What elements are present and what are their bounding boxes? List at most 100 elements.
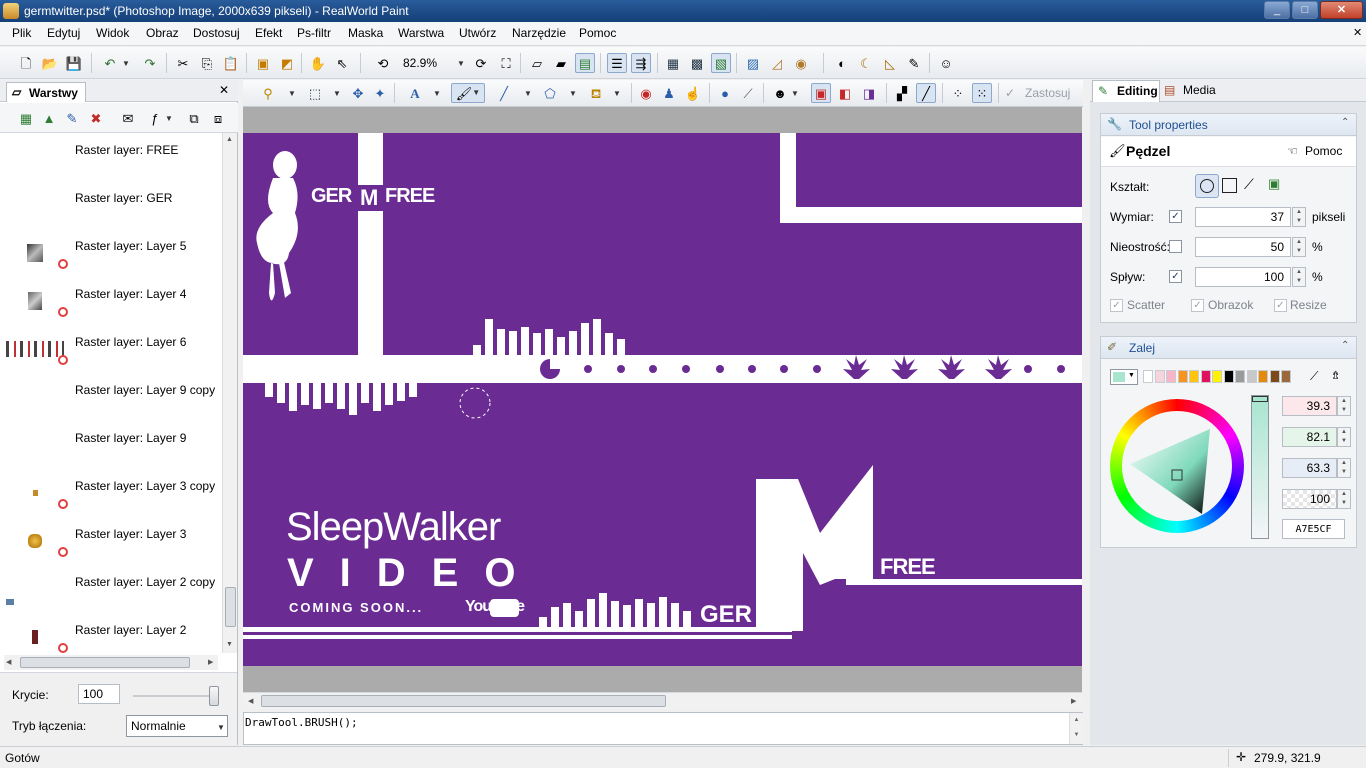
layers-hscroll-thumb[interactable]	[20, 657, 190, 668]
ruler-icon[interactable]: ◿	[767, 53, 787, 73]
shape-round-button[interactable]	[1195, 174, 1219, 198]
line-dropdown-icon[interactable]: ▼	[524, 89, 532, 98]
menu-adjust[interactable]: Dostosuj	[193, 26, 240, 40]
size-spinner[interactable]: ▲ ▼	[1292, 207, 1306, 227]
zoom-dropdown-icon[interactable]: ▼	[457, 59, 465, 68]
resize-checkbox[interactable]: ✓	[1274, 299, 1287, 312]
color-swatch[interactable]	[1189, 370, 1199, 383]
color-swatch[interactable]	[1200, 370, 1211, 383]
shape-custom-icon[interactable]: ⟋	[1244, 176, 1254, 193]
flow-checkbox[interactable]: ✓	[1169, 270, 1182, 283]
tool-properties-header[interactable]: 🔧 Tool properties ⌃	[1101, 114, 1356, 136]
move-layer-up-icon[interactable]: ▲	[39, 108, 59, 128]
fill-tool-icon[interactable]: ⛾	[586, 83, 606, 103]
redo-icon[interactable]: ↷	[140, 53, 160, 73]
magic-wand-icon[interactable]: ⚲	[258, 83, 278, 103]
shape-square-button[interactable]	[1222, 178, 1237, 193]
antialias-icon[interactable]: ╱	[916, 83, 936, 103]
console-scrollbar[interactable]: ▲ ▼	[1069, 713, 1083, 744]
layer-copy-icon[interactable]: ▣	[253, 53, 273, 73]
menu-view[interactable]: Widok	[96, 26, 129, 40]
image-icon[interactable]: ▨	[743, 53, 763, 73]
eyedropper-icon[interactable]: ⟋	[1310, 369, 1318, 384]
menu-file[interactable]: Plik	[12, 26, 31, 40]
script-icon[interactable]: ⇶	[631, 53, 651, 73]
layers-vscroll-thumb[interactable]	[225, 587, 236, 627]
grid-fine-icon[interactable]: ▩	[687, 53, 707, 73]
color-swatch[interactable]	[1281, 370, 1291, 383]
swap-colors-icon[interactable]: ⇯	[1331, 369, 1340, 382]
grid-icon[interactable]: ▦	[663, 53, 683, 73]
text-tool-icon[interactable]: A	[405, 83, 425, 103]
color-wheel[interactable]	[1110, 399, 1244, 533]
new-icon[interactable]: 🗋	[16, 53, 36, 73]
document-canvas[interactable]: GER M FREE SleepWalker VIDEO COMING SOON…	[243, 133, 1082, 666]
merge-down-icon[interactable]: ⧈	[208, 108, 228, 128]
softness-checkbox[interactable]	[1169, 240, 1182, 253]
select-cursor-icon[interactable]: ⇖	[332, 53, 352, 73]
red-eye-icon[interactable]: ◉	[636, 83, 656, 103]
layers-vscrollbar[interactable]: ▲ ▼	[222, 133, 237, 653]
pattern-icon[interactable]: ▞	[892, 83, 912, 103]
open-icon[interactable]: 📂	[40, 53, 60, 73]
image-checkbox[interactable]: ✓	[1191, 299, 1204, 312]
preview-icon[interactable]: ▧	[711, 53, 731, 73]
maximize-button[interactable]: □	[1292, 1, 1318, 19]
alpha-slider[interactable]	[1251, 395, 1269, 539]
color-swatch[interactable]	[1177, 370, 1188, 383]
layers-stack-icon[interactable]: ▰	[551, 53, 571, 73]
clone-dropdown-icon[interactable]: ▼	[791, 89, 799, 98]
hue-input[interactable]: 39.3	[1282, 396, 1337, 416]
save-icon[interactable]: 💾	[64, 53, 84, 73]
layer-panel-toggle-icon[interactable]: ▤	[575, 53, 595, 73]
scatter-checkbox[interactable]: ✓	[1110, 299, 1123, 312]
history-icon[interactable]: ☰	[607, 53, 627, 73]
points-icon[interactable]: ⁘	[948, 83, 968, 103]
user-icon[interactable]: ☺	[936, 53, 956, 73]
fit-screen-icon[interactable]: ⛶	[496, 53, 516, 73]
smudge-icon[interactable]: ☝	[683, 83, 703, 103]
apply-button[interactable]: Zastosuj	[1025, 86, 1070, 100]
layer-mask-icon[interactable]: ✉	[118, 108, 138, 128]
fill-header[interactable]: ✐ Zalej ⌃	[1101, 337, 1356, 359]
layer-effects-icon[interactable]: ƒ	[145, 108, 165, 128]
value-input[interactable]: 63.3	[1282, 458, 1337, 478]
zoom-out-icon[interactable]: ⟲	[373, 53, 393, 73]
mode-add-icon[interactable]: ◧	[835, 83, 855, 103]
pen-icon[interactable]: ✎	[904, 53, 924, 73]
hue-spinner[interactable]: ▲ ▼	[1337, 396, 1351, 416]
softness-spinner[interactable]: ▲ ▼	[1292, 237, 1306, 257]
wand-dropdown-icon[interactable]: ▼	[288, 89, 296, 98]
hidden-layer-icon[interactable]	[58, 259, 68, 269]
layers-view-icon[interactable]: ▱	[527, 53, 547, 73]
layer-item[interactable]: Raster layer: Layer 2 copy	[0, 565, 222, 613]
size-input[interactable]: 37	[1195, 207, 1291, 227]
layer-item[interactable]: Raster layer: Layer 2	[0, 613, 222, 653]
paste-icon[interactable]: 📋	[221, 53, 241, 73]
shape-tool-icon[interactable]: ⬠	[540, 83, 560, 103]
color-swatch[interactable]	[1212, 370, 1222, 383]
tab-editing[interactable]: ✎ Editing	[1092, 80, 1160, 102]
eyedropper-icon[interactable]: ⟋	[738, 83, 758, 103]
menu-create[interactable]: Utwórz	[459, 26, 496, 40]
contrast-icon[interactable]: ◐	[832, 53, 852, 73]
opacity-input[interactable]: 100	[78, 684, 120, 704]
layer-item[interactable]: Raster layer: Layer 5	[0, 229, 222, 277]
color-swatch[interactable]	[1269, 370, 1280, 383]
line-tool-icon[interactable]: ╱	[494, 83, 514, 103]
layer-item[interactable]: Raster layer: Layer 3 copy	[0, 469, 222, 517]
text-dropdown-icon[interactable]: ▼	[433, 89, 441, 98]
collapse-icon[interactable]: ⌃	[1341, 340, 1349, 351]
copy-icon[interactable]: ⎘	[197, 53, 217, 73]
hidden-layer-icon[interactable]	[58, 643, 68, 653]
saturation-spinner[interactable]: ▲ ▼	[1337, 427, 1351, 447]
duplicate-layer-icon[interactable]: ⧉	[184, 108, 204, 128]
mode-subtract-icon[interactable]: ◨	[859, 83, 879, 103]
select-dropdown-icon[interactable]: ▼	[333, 89, 341, 98]
undo-icon[interactable]: ↶	[100, 53, 120, 73]
color-swatch[interactable]	[1258, 370, 1268, 383]
clone-icon[interactable]: ☻	[770, 83, 790, 103]
brush-tool-icon[interactable]: 🖌 ▼	[451, 83, 485, 103]
hidden-layer-icon[interactable]	[58, 307, 68, 317]
layer-properties-icon[interactable]: ✎	[62, 108, 82, 128]
